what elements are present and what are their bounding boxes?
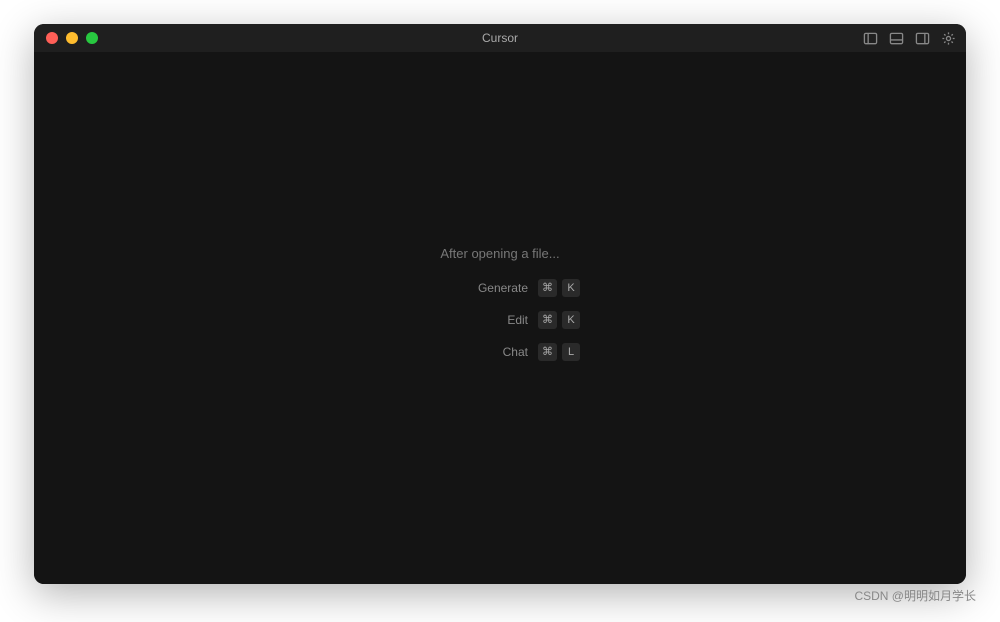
shortcut-label: Edit — [420, 313, 528, 327]
titlebar-actions — [862, 30, 956, 46]
key-letter: K — [562, 311, 580, 329]
shortcut-edit: Edit ⌘ K — [420, 311, 580, 329]
shortcut-keys: ⌘ K — [538, 279, 580, 297]
shortcut-generate: Generate ⌘ K — [420, 279, 580, 297]
shortcut-label: Chat — [420, 345, 528, 359]
traffic-lights — [34, 32, 98, 44]
shortcut-chat: Chat ⌘ L — [420, 343, 580, 361]
welcome-panel: After opening a file... Generate ⌘ K Edi… — [420, 246, 580, 361]
watermark: CSDN @明明如月学长 — [854, 587, 976, 604]
shortcut-keys: ⌘ K — [538, 311, 580, 329]
window-title: Cursor — [482, 31, 518, 45]
app-window: Cursor After opening a file... Generate … — [34, 24, 966, 584]
titlebar: Cursor — [34, 24, 966, 52]
toggle-secondary-sidebar-icon[interactable] — [914, 30, 930, 46]
shortcut-keys: ⌘ L — [538, 343, 580, 361]
settings-gear-icon[interactable] — [940, 30, 956, 46]
toggle-panel-icon[interactable] — [888, 30, 904, 46]
close-button[interactable] — [46, 32, 58, 44]
toggle-primary-sidebar-icon[interactable] — [862, 30, 878, 46]
minimize-button[interactable] — [66, 32, 78, 44]
key-cmd: ⌘ — [538, 343, 557, 361]
maximize-button[interactable] — [86, 32, 98, 44]
key-letter: K — [562, 279, 580, 297]
key-letter: L — [562, 343, 580, 361]
shortcut-label: Generate — [420, 281, 528, 295]
key-cmd: ⌘ — [538, 311, 557, 329]
key-cmd: ⌘ — [538, 279, 557, 297]
welcome-heading: After opening a file... — [440, 246, 559, 261]
editor-area: After opening a file... Generate ⌘ K Edi… — [34, 52, 966, 584]
